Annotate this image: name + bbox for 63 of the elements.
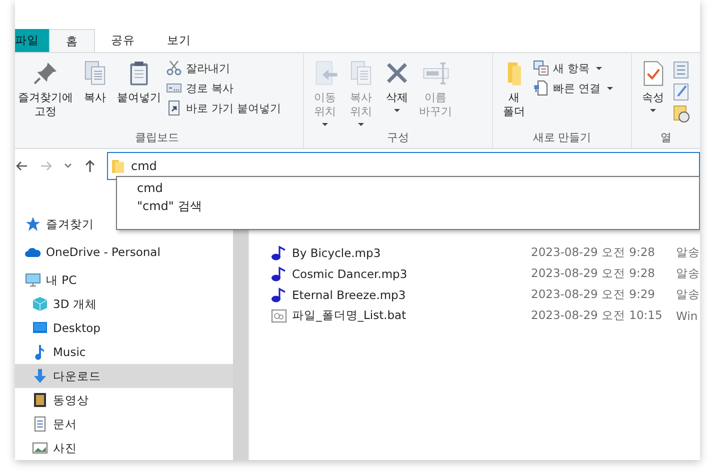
desktop-icon bbox=[32, 320, 48, 336]
ribbon-button[interactable]: 빠른 연결 bbox=[533, 80, 614, 96]
suggestion-item[interactable]: cmd bbox=[137, 179, 699, 197]
ribbon-tab[interactable]: 공유 bbox=[95, 29, 151, 52]
nav-item[interactable]: 3D 개체 bbox=[15, 292, 234, 316]
ribbon-button[interactable]: 붙여넣기 bbox=[114, 56, 164, 130]
nav-item[interactable]: Desktop bbox=[15, 316, 234, 340]
toolbar-icons-drawing bbox=[672, 60, 690, 124]
ribbon-button[interactable]: 속성 bbox=[636, 56, 670, 130]
file-date: 2023-08-29 오전 9:29 bbox=[531, 287, 656, 302]
ribbon-button[interactable]: 새 항목 bbox=[533, 60, 614, 76]
group-label: 열 bbox=[660, 130, 672, 146]
folder-icon bbox=[111, 158, 125, 174]
doc-icon bbox=[32, 416, 48, 432]
ribbon-button[interactable]: 잘라내기 bbox=[166, 60, 281, 76]
file-name[interactable]: Eternal Breeze.mp3 bbox=[292, 288, 531, 302]
file-type: 알송 bbox=[676, 266, 700, 281]
new-item-icon bbox=[533, 60, 549, 76]
nav-item[interactable]: 즐겨찾기 bbox=[15, 212, 234, 236]
file-type: 알송 bbox=[676, 245, 700, 260]
up-arrow-icon[interactable] bbox=[83, 158, 97, 173]
cube-icon bbox=[32, 296, 48, 312]
file-date: 2023-08-29 오전 9:28 bbox=[531, 266, 656, 281]
ribbon-button[interactable]: 경로 복사 bbox=[166, 80, 281, 96]
ribbon-button[interactable]: 새 폴더 bbox=[497, 56, 531, 130]
group-label: 새로 만들기 bbox=[532, 130, 592, 146]
group-label: 클립보드 bbox=[134, 130, 180, 146]
nav-item[interactable]: 사진 bbox=[15, 436, 234, 460]
pc-icon bbox=[25, 272, 41, 288]
file-date: 2023-08-29 오전 9:28 bbox=[531, 245, 656, 260]
nav-item[interactable]: 동영상 bbox=[15, 388, 234, 412]
music-note-icon bbox=[271, 266, 287, 282]
ribbon-button[interactable]: 삭제 bbox=[380, 56, 414, 130]
ribbon-tab[interactable]: 파일 bbox=[15, 29, 49, 52]
nav-item[interactable]: 문서 bbox=[15, 412, 234, 436]
file-date: 2023-08-29 오전 10:15 bbox=[531, 308, 664, 323]
star-icon bbox=[25, 216, 41, 232]
ribbon-button[interactable]: 바로 가기 붙여넣기 bbox=[166, 100, 281, 116]
suggestion-item[interactable]: "cmd" 검색 bbox=[137, 197, 699, 215]
download-icon bbox=[32, 368, 48, 384]
ribbon-tab[interactable]: 보기 bbox=[151, 29, 207, 52]
group-label: 구성 bbox=[386, 130, 410, 146]
script-file-icon bbox=[271, 308, 287, 324]
nav-item[interactable]: 내 PC bbox=[15, 268, 234, 292]
ribbon-tab[interactable]: 홈 bbox=[49, 29, 95, 52]
nav-item[interactable]: OneDrive - Personal bbox=[15, 240, 234, 264]
file-name[interactable]: By Bicycle.mp3 bbox=[292, 246, 531, 260]
video-icon bbox=[32, 392, 48, 408]
file-type: Win bbox=[676, 308, 698, 322]
file-name[interactable]: 파일_폴더명_List.bat bbox=[292, 308, 531, 323]
ribbon-button[interactable]: 복사 bbox=[78, 56, 112, 130]
music-note-icon bbox=[271, 244, 287, 260]
music-note-icon bbox=[271, 286, 287, 302]
nav-item[interactable]: 다운로드 bbox=[15, 364, 234, 388]
paste-shortcut-icon bbox=[166, 100, 182, 116]
back-icon[interactable] bbox=[15, 158, 29, 173]
ribbon-button[interactable]: 즐겨찾기에 고정 bbox=[15, 56, 76, 130]
photo-icon bbox=[32, 440, 48, 456]
cut-icon bbox=[166, 60, 182, 76]
easy-access-icon bbox=[533, 80, 549, 96]
file-name[interactable]: Cosmic Dancer.mp3 bbox=[292, 266, 531, 280]
nav-item[interactable]: Music bbox=[15, 340, 234, 364]
file-type: 알송 bbox=[676, 287, 700, 302]
